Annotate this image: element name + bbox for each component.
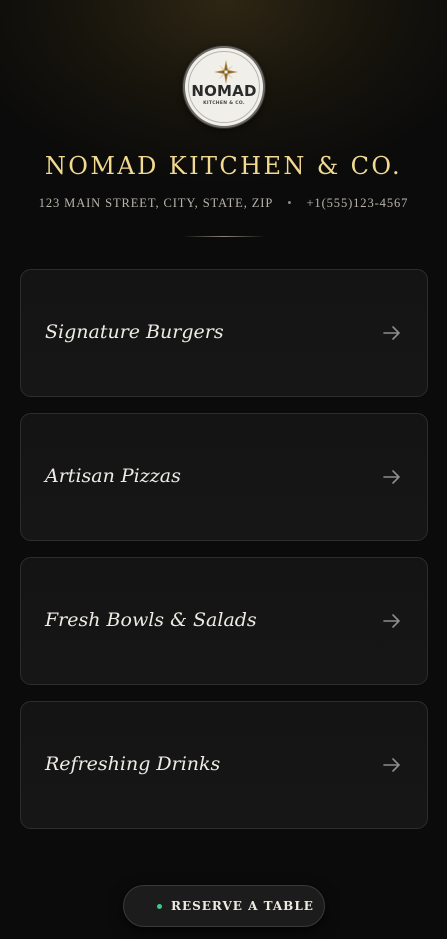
logo-subtitle: KITCHEN & CO. — [203, 101, 245, 106]
menu-card-label: Signature Burgers — [45, 321, 224, 343]
separator-dot: • — [287, 196, 293, 210]
contact-line: 123 MAIN STREET, CITY, STATE, ZIP • +1(555… — [0, 196, 447, 211]
reserve-table-button[interactable]: RESERVE A TABLE — [123, 885, 325, 927]
menu-page: NOMAD KITCHEN & CO. NOMAD KITCHEN & CO. … — [0, 0, 447, 939]
arrow-right-icon — [383, 470, 400, 484]
menu-card-label: Artisan Pizzas — [45, 465, 181, 487]
menu-card-label: Refreshing Drinks — [45, 753, 221, 775]
status-dot-icon — [157, 904, 162, 909]
arrow-right-icon — [383, 326, 400, 340]
header-divider — [183, 236, 265, 237]
menu-card-label: Fresh Bowls & Salads — [45, 609, 257, 631]
menu-card-fresh-bowls-salads[interactable]: Fresh Bowls & Salads — [20, 557, 428, 685]
menu-card-refreshing-drinks[interactable]: Refreshing Drinks — [20, 701, 428, 829]
brand-logo: NOMAD KITCHEN & CO. — [183, 46, 265, 128]
menu-card-signature-burgers[interactable]: Signature Burgers — [20, 269, 428, 397]
compass-star-icon — [214, 60, 238, 84]
logo-wordmark: NOMAD — [191, 82, 257, 100]
arrow-right-icon — [383, 614, 400, 628]
arrow-right-icon — [383, 758, 400, 772]
phone-link[interactable]: +1(555)123-4567 — [306, 196, 408, 210]
address-text: 123 MAIN STREET, CITY, STATE, ZIP — [38, 196, 274, 210]
restaurant-title: NOMAD KITCHEN & CO. — [44, 152, 403, 180]
reserve-table-label: RESERVE A TABLE — [171, 899, 314, 913]
menu-card-artisan-pizzas[interactable]: Artisan Pizzas — [20, 413, 428, 541]
